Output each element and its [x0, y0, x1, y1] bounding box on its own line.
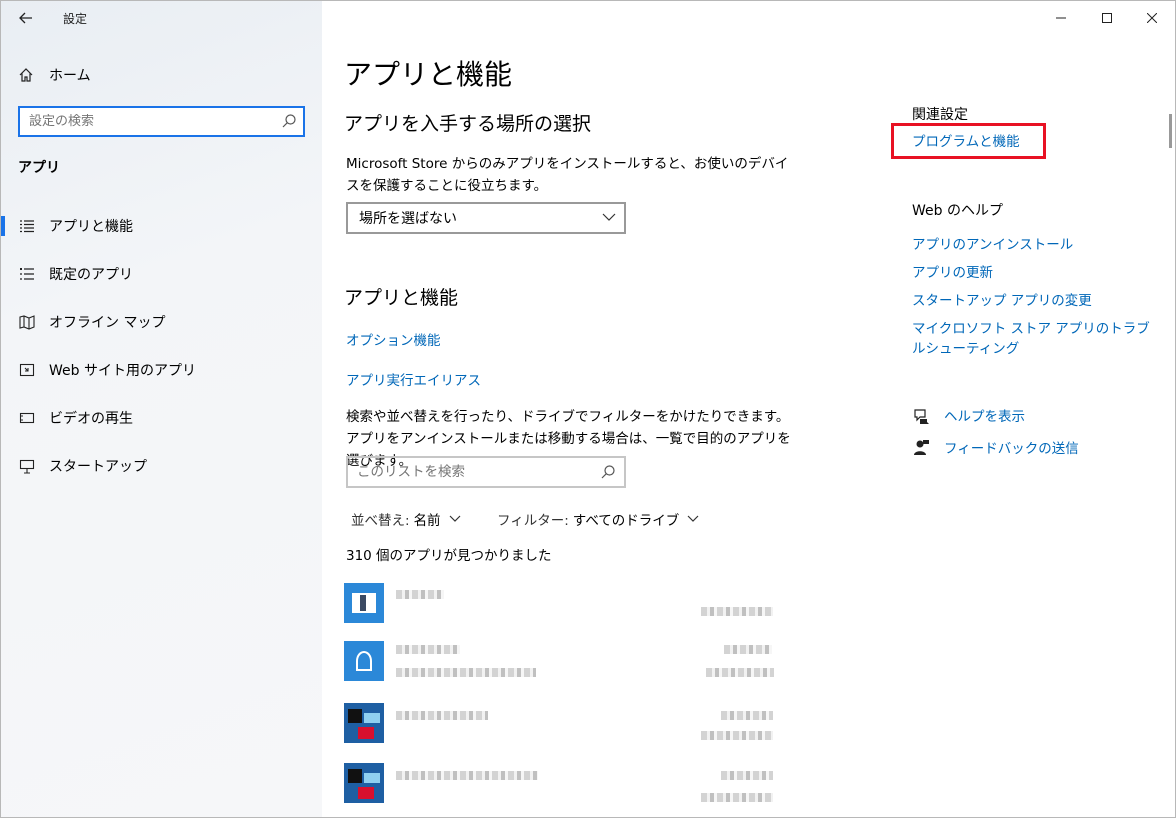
- dropdown-value: 場所を選ばない: [359, 211, 457, 227]
- web-help-title: Web のヘルプ: [912, 203, 1003, 219]
- install-source-dropdown[interactable]: 場所を選ばない: [346, 202, 626, 234]
- app-name-obscured: [396, 590, 444, 599]
- settings-window: 設定 ホーム アプリ アプリと機能 既定のアプリ: [0, 0, 1176, 818]
- app-size-obscured: [724, 645, 772, 654]
- sidebar-item-video-playback[interactable]: ビデオの再生: [1, 394, 322, 442]
- app-list-item[interactable]: [344, 703, 784, 765]
- settings-search-box[interactable]: [18, 106, 305, 137]
- help-link-troubleshoot[interactable]: マイクロソフト ストア アプリのトラブルシューティング: [912, 319, 1162, 359]
- sidebar-item-label: ビデオの再生: [49, 411, 133, 427]
- web-app-icon: [18, 361, 36, 379]
- highlight-box: [891, 123, 1046, 159]
- chevron-down-icon: [687, 515, 699, 522]
- install-source-description: Microsoft Store からのみアプリをインストールすると、お使いのデバ…: [346, 156, 789, 194]
- window-title: 設定: [63, 12, 88, 26]
- sidebar-item-label: Web サイト用のアプリ: [49, 363, 196, 379]
- map-icon: [18, 313, 36, 331]
- help-chat-icon: [914, 409, 929, 424]
- app-list-item[interactable]: [344, 763, 784, 817]
- sidebar-item-startup[interactable]: スタートアップ: [1, 442, 322, 490]
- app-date-obscured: [706, 668, 774, 677]
- app-name-obscured: [396, 645, 460, 654]
- sidebar-item-label: 既定のアプリ: [49, 267, 133, 283]
- app-alias-link[interactable]: アプリ実行エイリアス: [346, 369, 481, 389]
- filter-dropdown[interactable]: フィルター: すべてのドライブ: [497, 509, 699, 529]
- app-tile-icon: [344, 641, 384, 681]
- app-size-obscured: [721, 771, 773, 780]
- chevron-down-icon: [602, 213, 616, 221]
- maximize-button[interactable]: [1084, 1, 1130, 35]
- feedback-icon: [914, 440, 929, 455]
- maximize-icon: [1102, 13, 1112, 23]
- sort-dropdown[interactable]: 並べ替え: 名前: [351, 509, 461, 529]
- app-date-obscured: [701, 607, 773, 616]
- sort-value: 名前: [413, 513, 441, 529]
- app-tile-icon: [344, 763, 384, 803]
- help-link-update[interactable]: アプリの更新: [912, 263, 993, 283]
- default-apps-icon: [18, 265, 36, 283]
- help-link-uninstall[interactable]: アプリのアンインストール: [912, 235, 1073, 255]
- sidebar-item-web-apps[interactable]: Web サイト用のアプリ: [1, 346, 322, 394]
- minimize-icon: [1056, 17, 1066, 19]
- send-feedback-link[interactable]: フィードバックの送信: [944, 439, 1079, 459]
- close-icon: [1147, 13, 1157, 23]
- filter-value: すべてのドライブ: [572, 513, 680, 529]
- home-nav-item[interactable]: ホーム: [17, 63, 91, 87]
- settings-search-input[interactable]: [20, 114, 270, 129]
- sidebar-item-label: アプリと機能: [49, 219, 133, 235]
- sidebar-item-label: オフライン マップ: [49, 315, 166, 331]
- chevron-down-icon: [449, 515, 460, 522]
- optional-features-link[interactable]: オプション機能: [346, 329, 441, 349]
- app-count-text: 310 個のアプリが見つかりました: [346, 548, 552, 564]
- search-icon: [601, 465, 615, 479]
- sidebar-nav: アプリと機能 既定のアプリ オフライン マップ Web サイト用のアプリ ビデオ…: [1, 202, 322, 490]
- sidebar-item-offline-maps[interactable]: オフライン マップ: [1, 298, 322, 346]
- scrollbar-thumb[interactable]: [1169, 114, 1172, 148]
- page-title: アプリと機能: [344, 58, 513, 91]
- minimize-button[interactable]: [1038, 1, 1084, 35]
- app-list-search-input[interactable]: [348, 464, 588, 480]
- home-icon: [17, 66, 35, 84]
- app-name-obscured: [396, 711, 488, 720]
- apps-features-heading: アプリと機能: [344, 287, 459, 309]
- help-link-startup[interactable]: スタートアップ アプリの変更: [912, 291, 1092, 311]
- video-icon: [18, 409, 36, 427]
- sidebar: 設定 ホーム アプリ アプリと機能 既定のアプリ: [1, 1, 322, 817]
- section-title: アプリ: [18, 160, 60, 176]
- close-button[interactable]: [1129, 1, 1175, 35]
- back-arrow-icon: [19, 12, 32, 24]
- filter-label: フィルター:: [497, 513, 569, 529]
- install-source-heading: アプリを入手する場所の選択: [344, 113, 592, 135]
- app-size-obscured: [721, 711, 773, 720]
- related-settings-title: 関連設定: [912, 107, 968, 123]
- sidebar-item-default-apps[interactable]: 既定のアプリ: [1, 250, 322, 298]
- sort-label: 並べ替え:: [351, 513, 410, 529]
- list-icon: [18, 217, 36, 235]
- app-list-item[interactable]: [344, 583, 784, 645]
- sidebar-item-label: スタートアップ: [49, 459, 147, 475]
- startup-icon: [18, 457, 36, 475]
- app-publisher-obscured: [396, 668, 536, 677]
- app-date-obscured: [701, 793, 773, 802]
- show-help-link[interactable]: ヘルプを表示: [944, 407, 1025, 427]
- sidebar-item-apps-features[interactable]: アプリと機能: [1, 202, 322, 250]
- app-list-search-box[interactable]: [346, 456, 626, 488]
- back-button[interactable]: [11, 7, 41, 29]
- app-date-obscured: [701, 731, 773, 740]
- app-tile-icon: [344, 583, 384, 623]
- search-icon: [282, 114, 296, 128]
- app-list-item[interactable]: [344, 641, 784, 703]
- home-label: ホーム: [49, 68, 91, 84]
- app-tile-icon: [344, 703, 384, 743]
- app-name-obscured: [396, 771, 538, 780]
